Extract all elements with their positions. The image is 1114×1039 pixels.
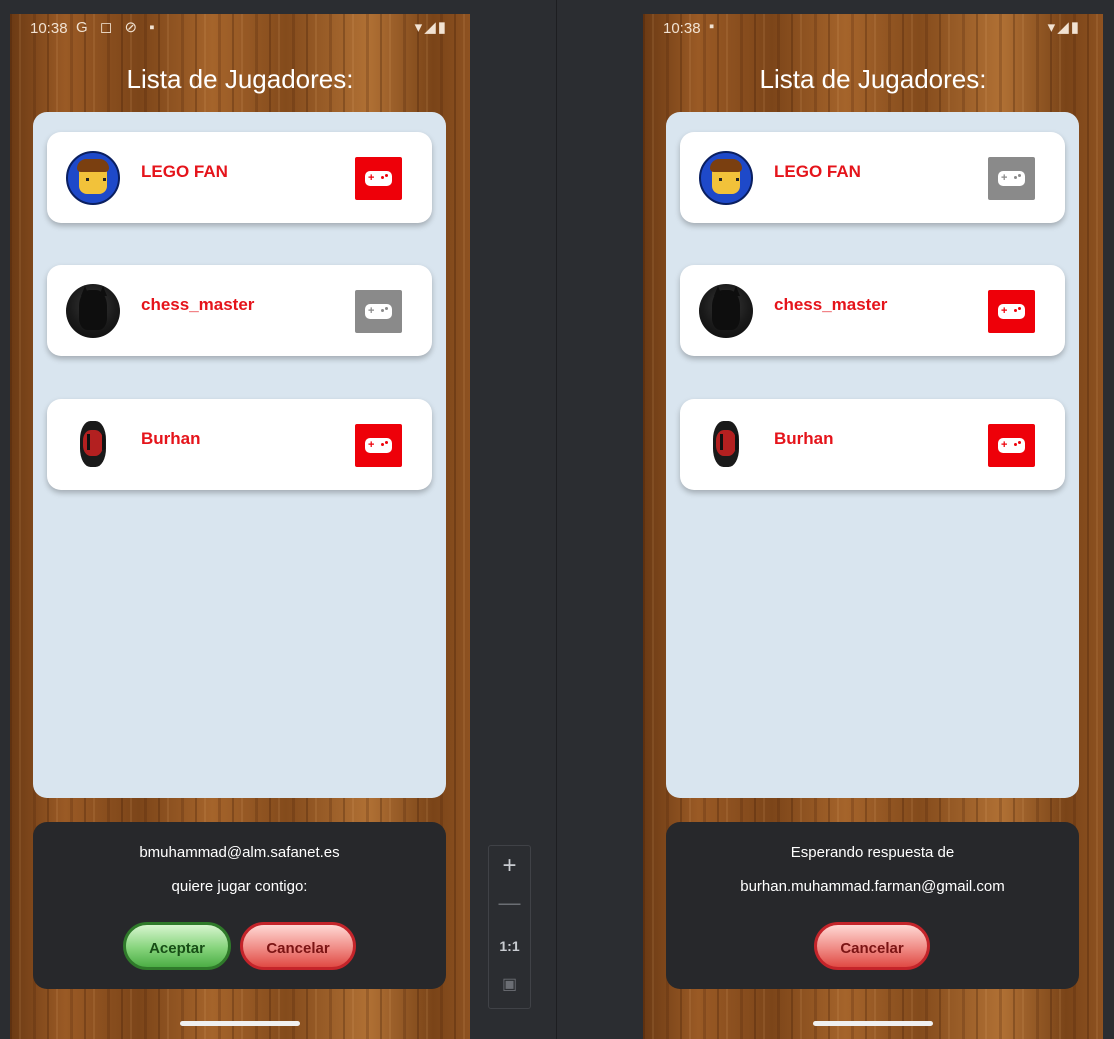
waiting-message: Esperando respuesta de — [790, 844, 955, 861]
status-bar: 10:38 G ◻ ⊘ ▪ ▾◢▮ — [10, 14, 470, 44]
player-name: chess_master — [141, 295, 255, 314]
actual-size-button[interactable]: 1:1 — [489, 938, 530, 954]
home-indicator[interactable] — [813, 1021, 933, 1026]
player-name: LEGO FAN — [141, 162, 228, 181]
player-card: chess_master + — [47, 265, 432, 356]
darth-maul-avatar — [66, 418, 120, 472]
player-name: chess_master — [774, 295, 888, 314]
batman-avatar — [66, 284, 120, 338]
zoom-out-button[interactable]: — — [489, 890, 530, 916]
invite-message: quiere jugar contigo: — [171, 878, 308, 895]
player-card: chess_master + — [680, 265, 1065, 356]
gamepad-icon: + — [998, 438, 1025, 453]
cancel-button[interactable]: Cancelar — [240, 922, 356, 970]
pane-divider — [556, 0, 557, 1039]
notification-icons: ▪ — [709, 18, 719, 35]
player-list-panel: LEGO FAN + chess_master + Burhan + — [33, 112, 446, 798]
player-card: Burhan + — [680, 399, 1065, 490]
fit-screen-icon[interactable]: ▣ — [489, 974, 530, 994]
darth-maul-avatar — [699, 418, 753, 472]
gamepad-icon: + — [365, 171, 392, 186]
invite-game-button[interactable]: + — [988, 290, 1035, 333]
signal-battery-icons: ▾◢▮ — [414, 19, 448, 36]
lego-avatar — [66, 151, 120, 205]
page-title: Lista de Jugadores: — [759, 64, 987, 94]
status-time: 10:38 — [30, 20, 68, 37]
gamepad-icon: + — [365, 304, 392, 319]
cancel-button[interactable]: Cancelar — [814, 922, 930, 970]
notification-icons: G ◻ ⊘ ▪ — [76, 19, 159, 36]
player-name: Burhan — [774, 429, 834, 448]
device-screen-left: 10:38 G ◻ ⊘ ▪ ▾◢▮ Lista de Jugadores: LE… — [10, 14, 470, 1039]
batman-avatar — [699, 284, 753, 338]
player-list-panel: LEGO FAN + chess_master + Burhan + — [666, 112, 1079, 798]
player-card: Burhan + — [47, 399, 432, 490]
player-name: Burhan — [141, 429, 201, 448]
home-indicator[interactable] — [180, 1021, 300, 1026]
zoom-in-button[interactable]: + — [489, 852, 530, 880]
invite-game-button[interactable]: + — [988, 424, 1035, 467]
player-card: LEGO FAN + — [680, 132, 1065, 223]
signal-battery-icons: ▾◢▮ — [1047, 19, 1081, 36]
inviter-email: bmuhammad@alm.safanet.es — [139, 844, 340, 861]
zoom-controls: + — 1:1 ▣ — [488, 845, 531, 1009]
player-card: LEGO FAN + — [47, 132, 432, 223]
invite-game-button-disabled[interactable]: + — [988, 157, 1035, 200]
gamepad-icon: + — [998, 304, 1025, 319]
page-title: Lista de Jugadores: — [126, 64, 354, 94]
status-time: 10:38 — [663, 20, 701, 37]
player-name: LEGO FAN — [774, 162, 861, 181]
gamepad-icon: + — [365, 438, 392, 453]
waiting-dialog: Esperando respuesta de burhan.muhammad.f… — [666, 822, 1079, 989]
gamepad-icon: + — [998, 171, 1025, 186]
accept-button[interactable]: Aceptar — [123, 922, 231, 970]
device-screen-right: 10:38 ▪ ▾◢▮ Lista de Jugadores: LEGO FAN… — [643, 14, 1103, 1039]
status-bar: 10:38 ▪ ▾◢▮ — [643, 14, 1103, 44]
invitee-email: burhan.muhammad.farman@gmail.com — [740, 878, 1005, 895]
lego-avatar — [699, 151, 753, 205]
invite-game-button[interactable]: + — [355, 157, 402, 200]
invite-dialog: bmuhammad@alm.safanet.es quiere jugar co… — [33, 822, 446, 989]
invite-game-button-disabled[interactable]: + — [355, 290, 402, 333]
invite-game-button[interactable]: + — [355, 424, 402, 467]
